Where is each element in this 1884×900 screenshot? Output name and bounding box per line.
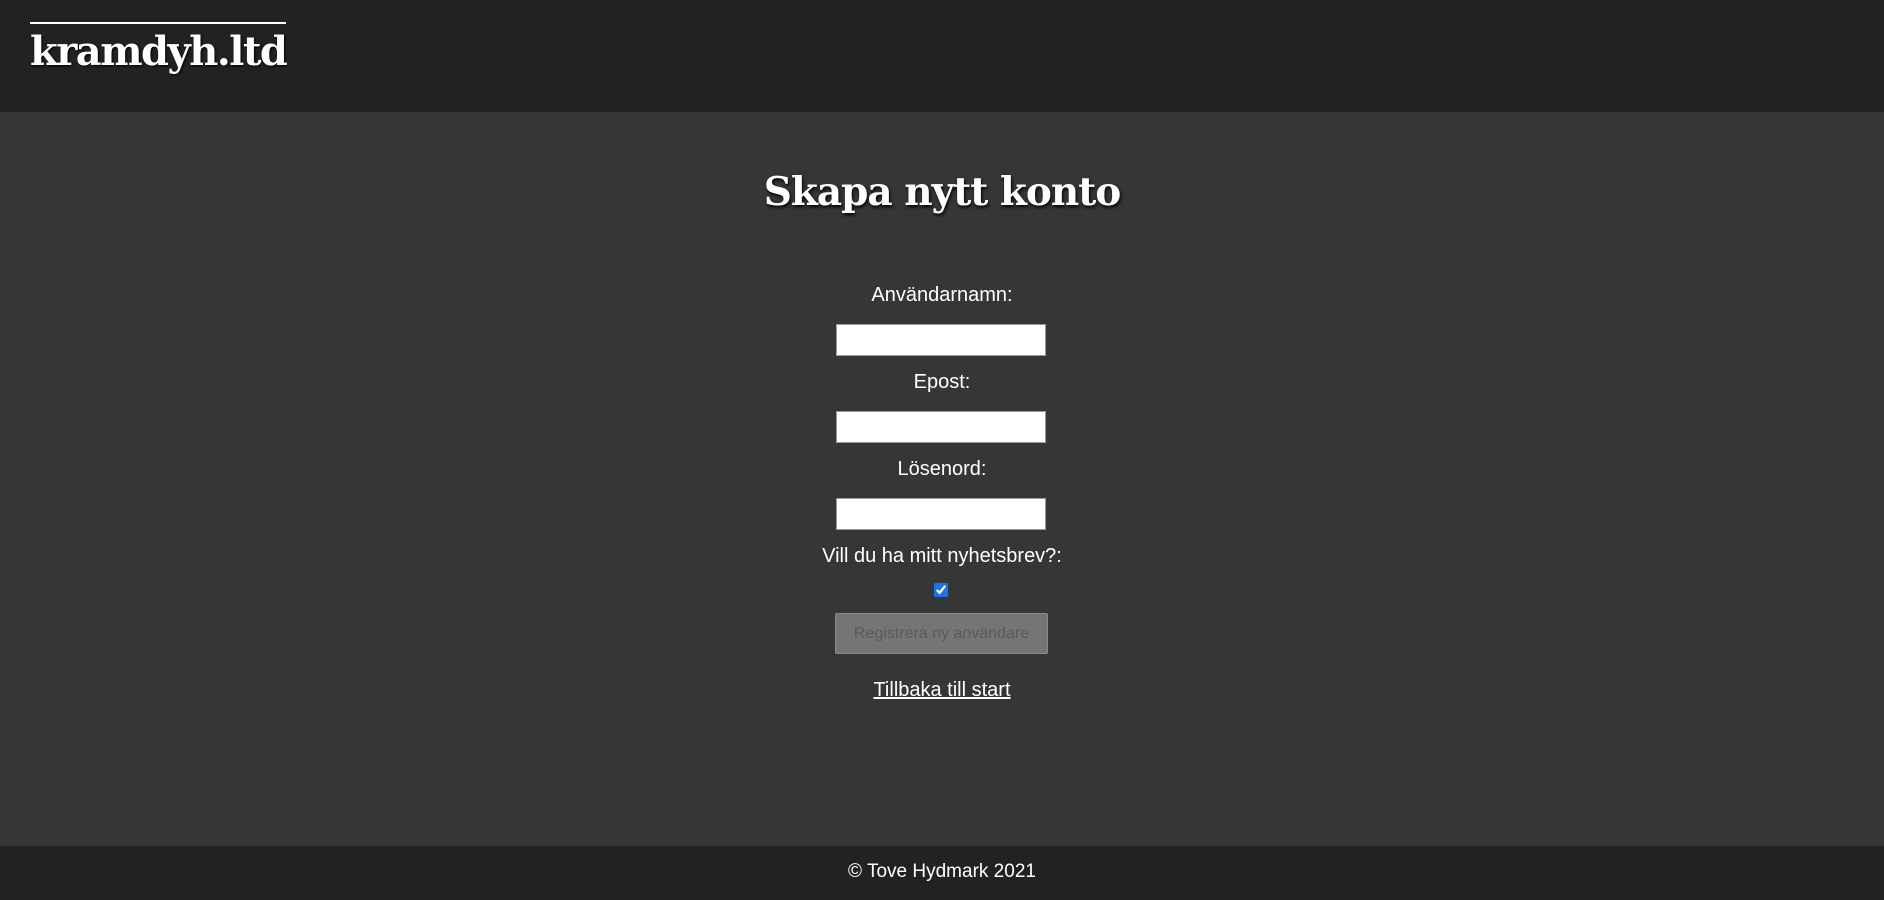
site-header: kramdyh.ltd: [0, 0, 1884, 112]
page-title: Skapa nytt konto: [763, 169, 1122, 215]
site-footer: © Tove Hydmark 2021: [0, 846, 1884, 900]
back-link-container: Tillbaka till start: [0, 679, 1884, 702]
back-to-start-link[interactable]: Tillbaka till start: [873, 679, 1010, 701]
email-input[interactable]: [836, 411, 1046, 443]
register-button[interactable]: Registrera ny användare: [835, 613, 1048, 654]
newsletter-checkbox[interactable]: [934, 583, 948, 597]
username-input[interactable]: [836, 324, 1046, 356]
site-logo[interactable]: kramdyh.ltd: [30, 22, 288, 80]
username-label: Användarnamn:: [871, 284, 1013, 306]
email-label: Epost:: [913, 371, 971, 393]
newsletter-label: Vill du ha mitt nyhetsbrev?:: [822, 545, 1062, 567]
main-content: Skapa nytt konto Användarnamn: Epost: Lö…: [0, 112, 1884, 846]
password-label: Lösenord:: [897, 458, 987, 480]
copyright-text: © Tove Hydmark 2021: [848, 861, 1036, 882]
password-input[interactable]: [836, 498, 1046, 530]
